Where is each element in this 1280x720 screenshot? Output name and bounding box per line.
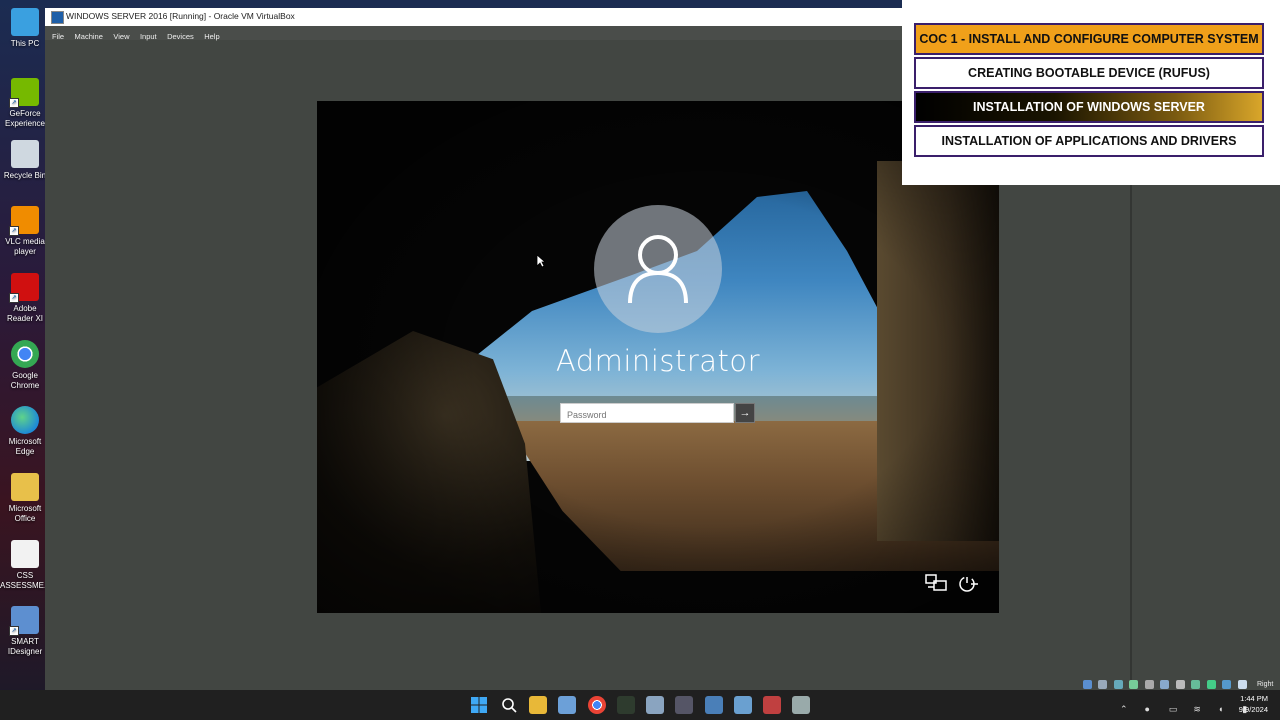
desktop-icon-label: VLC media player [5,237,45,256]
search-button[interactable] [500,696,518,714]
desktop-icon-edge[interactable]: Microsoft Edge [0,406,50,457]
submit-arrow-button[interactable]: → [735,403,755,423]
clock-time: 1:44 PM [1240,694,1268,703]
user-name: Administrator [555,344,761,378]
chrome-taskbar-icon[interactable] [588,696,606,714]
desktop-icon-label: Adobe Reader XI [6,304,44,323]
menu-input[interactable]: Input [140,32,157,41]
3d-viewer-icon[interactable] [675,696,693,714]
wifi-icon[interactable]: ≋ [1193,704,1203,714]
topic-bootable-device: CREATING BOOTABLE DEVICE (RUFUS) [914,57,1264,89]
nvidia-taskbar-icon[interactable] [617,696,635,714]
topic-coc1: COC 1 - INSTALL AND CONFIGURE COMPUTER S… [914,23,1264,55]
mouse-integration-icon[interactable] [1222,680,1232,690]
vlc-icon: ↗ [9,206,39,236]
topic-apps-drivers: INSTALLATION OF APPLICATIONS AND DRIVERS [914,125,1264,157]
desktop-icon-label: Microsoft Office [8,504,42,523]
taskbar: ⌃ ● ▭ ≋ ◖ ▮ 1:44 PM 9/9/2024 [0,690,1280,720]
shared-folders-icon[interactable] [1160,680,1170,690]
hdd-status-icon[interactable] [1083,680,1092,690]
pdf-app-icon[interactable] [763,696,781,714]
nvidia-icon: ↗ [9,78,39,108]
menu-file[interactable]: File [52,32,64,41]
chrome-icon [11,340,39,368]
network-icon[interactable] [925,573,947,593]
calculator-icon[interactable] [792,696,810,714]
menu-view[interactable]: View [113,32,129,41]
vm-status-bar: Right Ctrl [1083,676,1279,706]
recording-status-icon[interactable] [1191,680,1201,690]
notepad-icon[interactable] [558,696,576,714]
computer-icon [11,8,39,36]
image-viewer-icon[interactable] [646,696,664,714]
window-title: WINDOWS SERVER 2016 [Running] - Oracle V… [66,11,295,21]
user-avatar [594,205,722,333]
desktop-icon-geforce[interactable]: ↗ GeForce Experience [0,78,50,129]
topic-windows-server: INSTALLATION OF WINDOWS SERVER [914,91,1264,123]
remote-desktop-icon[interactable] [705,696,723,714]
file-explorer-icon[interactable] [529,696,547,714]
document-icon [11,540,39,568]
desktop-icon-css-assessment[interactable]: CSS ASSESSME... [0,540,51,591]
desktop-icon-recycle-bin[interactable]: Recycle Bin [0,140,50,181]
edge-icon [11,406,39,434]
virtualbox-taskbar-icon[interactable] [734,696,752,714]
desktop-icon-label: GeForce Experience [4,109,46,128]
desktop-icon-label: Recycle Bin [3,171,47,180]
menu-devices[interactable]: Devices [167,32,194,41]
microphone-icon[interactable]: ● [1144,704,1154,714]
display-status-icon[interactable] [1175,680,1185,690]
desktop-icon-vlc[interactable]: ↗ VLC media player [0,206,50,257]
desktop-icon-label: This PC [10,39,40,48]
volume-icon[interactable]: ◖ [1218,704,1228,714]
audio-status-icon[interactable] [1113,680,1123,690]
desktop-icon-adobe-reader[interactable]: ↗ Adobe Reader XI [0,273,50,324]
menu-help[interactable]: Help [204,32,219,41]
smart-designer-icon: ↗ [9,606,39,636]
keyboard-status-icon[interactable] [1237,680,1247,690]
desktop-icon-this-pc[interactable]: This PC [0,8,50,49]
desktop-icon-label: CSS ASSESSME... [0,571,51,590]
network-status-icon[interactable] [1129,680,1139,690]
desktop-icon-column: This PC ↗ GeForce Experience Recycle Bin… [0,0,51,690]
clock-date: 9/9/2024 [1238,705,1268,714]
menu-machine[interactable]: Machine [75,32,103,41]
display-icon[interactable]: ▭ [1169,704,1179,714]
windows-logo-icon [471,697,487,713]
topic-overlay-panel: COC 1 - INSTALL AND CONFIGURE COMPUTER S… [902,0,1280,185]
vm-frame-divider [1130,184,1132,680]
start-button[interactable] [470,696,488,714]
ease-of-access-icon[interactable] [957,573,979,593]
vm-display[interactable]: Administrator → [317,101,999,613]
search-icon [502,698,517,713]
desktop-icon-label: Microsoft Edge [8,437,42,456]
usb-status-icon[interactable] [1144,680,1154,690]
optical-status-icon[interactable] [1098,680,1108,690]
desktop-icon-label: Google Chrome [10,371,40,390]
clock[interactable]: 1:44 PM 9/9/2024 [1239,693,1268,715]
password-input[interactable] [560,403,734,423]
recycle-bin-icon [11,140,39,168]
adobe-reader-icon: ↗ [9,273,39,303]
cpu-status-icon[interactable] [1206,680,1216,690]
desktop-icon-office-folder[interactable]: Microsoft Office [0,473,50,524]
mouse-cursor-icon [536,254,546,268]
desktop-icon-smart-designer[interactable]: ↗ SMART IDesigner [0,606,50,657]
folder-icon [11,473,39,501]
desktop-icon-label: SMART IDesigner [7,637,43,656]
desktop-icon-chrome[interactable]: Google Chrome [0,340,50,391]
virtualbox-icon [51,11,64,24]
user-icon [628,235,688,304]
chevron-up-icon[interactable]: ⌃ [1120,704,1130,714]
